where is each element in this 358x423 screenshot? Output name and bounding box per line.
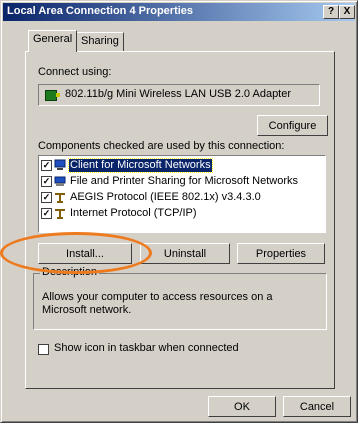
description-groupbox: Allows your computer to access resources… (33, 273, 327, 330)
ok-button[interactable]: OK (208, 396, 276, 417)
cancel-button[interactable]: Cancel (283, 396, 351, 417)
adapter-field: 802.11b/g Mini Wireless LAN USB 2.0 Adap… (38, 84, 320, 106)
close-button[interactable]: X (339, 5, 355, 19)
list-item-file-printer-sharing[interactable]: ✓ File and Printer Sharing for Microsoft… (41, 175, 317, 189)
show-icon-checkbox[interactable] (38, 344, 49, 355)
configure-button-label: Configure (268, 120, 317, 132)
component-label: Client for Microsoft Networks (68, 158, 213, 173)
description-title: Description (40, 266, 100, 278)
adapter-name: 802.11b/g Mini Wireless LAN USB 2.0 Adap… (65, 88, 292, 100)
uninstall-button-label: Uninstall (163, 248, 207, 260)
connect-using-label: Connect using: (38, 66, 112, 78)
component-label: AEGIS Protocol (IEEE 802.1x) v3.4.3.0 (70, 191, 261, 203)
cancel-button-label: Cancel (299, 401, 335, 413)
title-bar[interactable]: Local Area Connection 4 Properties ? X (3, 3, 355, 21)
file-printer-sharing-icon (54, 176, 66, 186)
components-label: Components checked are used by this conn… (38, 140, 285, 152)
help-button[interactable]: ? (323, 5, 339, 19)
window-title: Local Area Connection 4 Properties (7, 5, 194, 17)
protocol-icon (55, 209, 65, 219)
install-button[interactable]: Install... (38, 243, 132, 264)
component-checkbox[interactable]: ✓ (41, 192, 52, 203)
network-adapter-icon (45, 90, 60, 101)
configure-button[interactable]: Configure (257, 115, 328, 136)
list-item-internet-protocol[interactable]: ✓ Internet Protocol (TCP/IP) (41, 207, 317, 221)
components-list[interactable]: ✓ Client for Microsoft Networks ✓ File a… (38, 155, 326, 233)
list-item-aegis-protocol[interactable]: ✓ AEGIS Protocol (IEEE 802.1x) v3.4.3.0 (41, 191, 317, 205)
uninstall-button[interactable]: Uninstall (140, 243, 230, 264)
component-label: File and Printer Sharing for Microsoft N… (70, 175, 299, 187)
properties-button[interactable]: Properties (237, 243, 325, 264)
protocol-icon (55, 193, 65, 203)
list-item-client-for-microsoft-networks[interactable]: ✓ Client for Microsoft Networks (41, 158, 317, 173)
tab-sharing-label: Sharing (81, 35, 119, 47)
show-icon-label: Show icon in taskbar when connected (54, 342, 239, 354)
install-button-label: Install... (66, 248, 104, 260)
client-network-icon (54, 159, 66, 170)
ok-button-label: OK (234, 401, 250, 413)
component-checkbox[interactable]: ✓ (41, 160, 52, 171)
component-checkbox[interactable]: ✓ (41, 176, 52, 187)
tab-sharing[interactable]: Sharing (76, 32, 124, 51)
description-text: Allows your computer to access resources… (42, 291, 273, 316)
tab-general-label: General (33, 33, 73, 45)
properties-button-label: Properties (255, 248, 307, 260)
tab-general[interactable]: General (28, 30, 78, 52)
component-checkbox[interactable]: ✓ (41, 208, 52, 219)
component-label: Internet Protocol (TCP/IP) (70, 207, 197, 219)
